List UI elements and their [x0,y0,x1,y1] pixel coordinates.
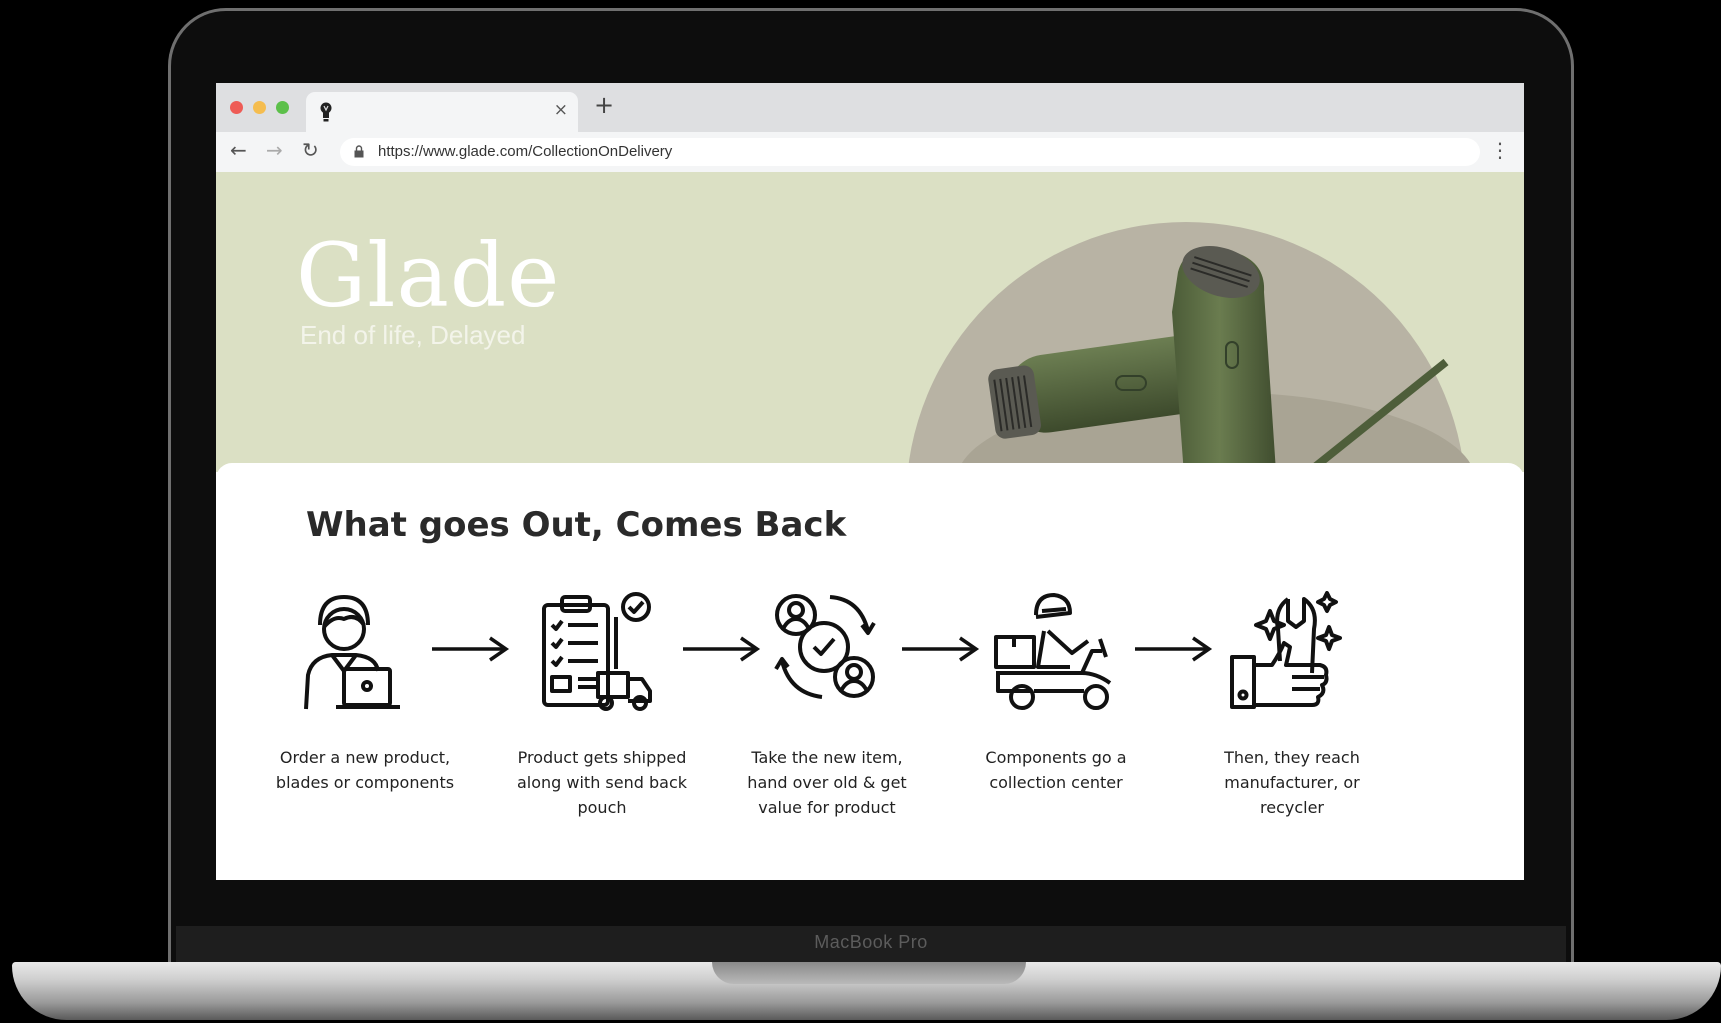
process-section: What goes Out, Comes Back Order a new pr… [216,463,1524,880]
laptop-notch [712,962,1026,984]
arrow-right-icon [432,636,510,662]
arrow-right-icon [902,636,980,662]
product-photo [907,222,1475,472]
thumbs-up-wrench-icon [1230,591,1342,709]
hero-banner: Glade End of life, Delayed [216,172,1524,472]
forward-button[interactable]: → [266,138,283,162]
new-tab-button[interactable]: + [594,91,614,119]
browser-window: × + ← → ↻ https://www.glade.com/Collecti… [216,83,1524,880]
tab-bar: × + [216,83,1524,132]
step-caption: Product gets shipped along with send bac… [516,748,688,817]
minimize-window-button[interactable] [253,101,266,114]
step-caption: Order a new product, blades or component… [275,748,455,792]
laptop-model-label: MacBook Pro [814,932,928,952]
step-caption: Components go a collection center [985,748,1127,792]
hero-tagline: End of life, Delayed [300,320,526,350]
url-input[interactable]: https://www.glade.com/CollectionOnDelive… [340,138,1480,166]
lock-icon [354,145,364,158]
lightbulb-icon [320,102,332,122]
tab-active[interactable]: × [306,92,578,132]
url-text: https://www.glade.com/CollectionOnDelive… [378,143,673,160]
delivery-scooter-icon [994,593,1112,710]
person-laptop-icon [304,595,400,710]
brand-logo: Glade [296,224,561,327]
address-bar: ← → ↻ https://www.glade.com/CollectionOn… [216,132,1524,173]
step-caption: Take the new item, hand over old & get v… [747,748,907,817]
reload-button[interactable]: ↻ [302,138,319,162]
arrow-right-icon [683,636,761,662]
tab-close-icon[interactable]: × [554,100,568,120]
exchange-check-icon [774,594,876,699]
section-title: What goes Out, Comes Back [306,505,847,545]
arrow-right-icon [1135,636,1213,662]
browser-menu-icon[interactable]: ⋮ [1490,138,1510,162]
close-window-button[interactable] [230,101,243,114]
maximize-window-button[interactable] [276,101,289,114]
checklist-delivery-icon [542,592,652,711]
back-button[interactable]: ← [230,138,247,162]
step-caption: Then, they reach manufacturer, or recycl… [1224,748,1360,817]
laptop-chin: MacBook Pro [176,926,1566,962]
